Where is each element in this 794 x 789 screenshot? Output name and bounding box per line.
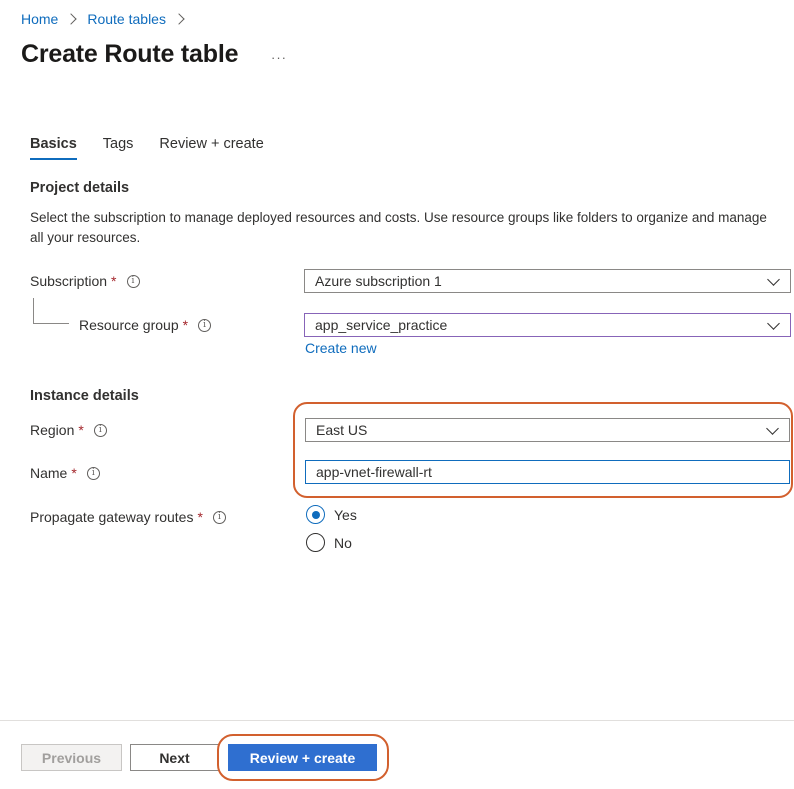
info-icon[interactable]: i	[93, 423, 107, 437]
page-title: Create Route table	[21, 40, 239, 68]
required-marker: *	[71, 465, 77, 481]
propagate-gateway-routes-label-text: Propagate gateway routes	[30, 509, 194, 525]
radio-yes-label: Yes	[334, 506, 357, 523]
project-details-description: Select the subscription to manage deploy…	[30, 210, 767, 245]
breadcrumb-home-link[interactable]: Home	[21, 11, 58, 27]
radio-no[interactable]	[306, 533, 325, 552]
instance-details-heading: Instance details	[30, 388, 139, 404]
subscription-value: Azure subscription 1	[315, 273, 442, 289]
required-marker: *	[182, 317, 189, 333]
chevron-right-icon	[173, 13, 185, 25]
chevron-down-icon	[767, 273, 780, 286]
subscription-select[interactable]: Azure subscription 1	[304, 269, 791, 293]
required-marker: *	[111, 273, 117, 289]
name-label-text: Name	[30, 465, 68, 481]
previous-button[interactable]: Previous	[21, 744, 122, 771]
region-label: Region * i	[30, 422, 107, 438]
info-icon[interactable]: i	[126, 274, 140, 288]
resource-group-value: app_service_practice	[315, 317, 448, 333]
tab-basics[interactable]: Basics	[30, 136, 77, 160]
highlight-annotation	[217, 734, 389, 781]
highlight-annotation	[293, 402, 793, 498]
info-icon[interactable]: i	[86, 466, 100, 480]
breadcrumb: Home Route tables	[21, 11, 195, 27]
resource-group-label: Resource group * i	[79, 317, 212, 333]
footer-divider	[0, 720, 794, 721]
chevron-down-icon	[767, 317, 780, 330]
radio-no-option[interactable]: No	[306, 533, 352, 552]
info-icon[interactable]: i	[198, 318, 212, 332]
tab-tags[interactable]: Tags	[103, 136, 134, 160]
tab-bar: Basics Tags Review + create	[30, 136, 290, 160]
resource-group-select[interactable]: app_service_practice	[304, 313, 791, 337]
region-label-text: Region	[30, 422, 75, 438]
subscription-label: Subscription * i	[30, 273, 140, 289]
subscription-label-text: Subscription	[30, 273, 108, 289]
name-label: Name * i	[30, 465, 100, 481]
next-button[interactable]: Next	[130, 744, 219, 771]
more-options-button[interactable]: ···	[271, 50, 287, 65]
tab-review-create[interactable]: Review + create	[159, 136, 263, 160]
project-details-heading: Project details	[30, 180, 130, 196]
propagate-gateway-routes-label: Propagate gateway routes * i	[30, 509, 226, 525]
radio-no-label: No	[334, 534, 352, 551]
info-icon[interactable]: i	[212, 510, 226, 524]
chevron-right-icon	[65, 13, 78, 25]
radio-yes-option[interactable]: Yes	[306, 505, 357, 524]
required-marker: *	[78, 422, 84, 438]
resource-group-label-text: Resource group	[79, 317, 179, 333]
radio-yes[interactable]	[306, 505, 325, 524]
create-new-link[interactable]: Create new	[305, 340, 377, 356]
tree-connector	[33, 298, 69, 324]
breadcrumb-route-tables-link[interactable]: Route tables	[87, 11, 166, 27]
required-marker: *	[197, 509, 203, 525]
